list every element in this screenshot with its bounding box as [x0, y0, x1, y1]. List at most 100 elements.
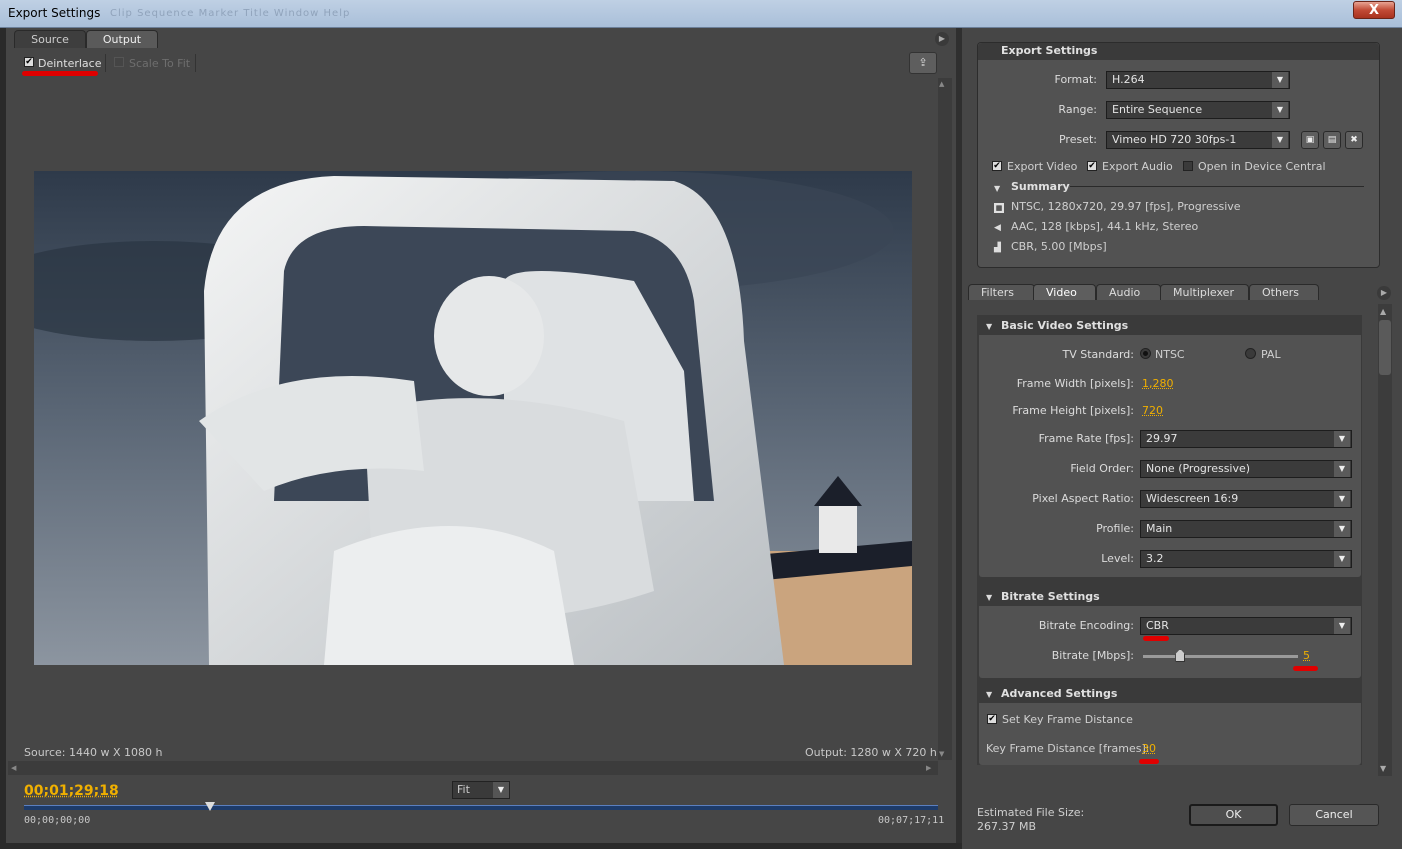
export-video-checkbox[interactable]: ✔ — [992, 161, 1002, 171]
chevron-down-icon[interactable]: ▼ — [1272, 102, 1288, 118]
profile-label: Profile: — [1096, 522, 1134, 535]
summary-divider — [1070, 186, 1364, 187]
bitrate-title: Bitrate Settings — [1001, 590, 1100, 603]
format-select[interactable]: H.264 — [1106, 71, 1290, 89]
ntsc-label: NTSC — [1155, 348, 1185, 361]
preview-horizontal-scrollbar[interactable] — [8, 761, 938, 775]
chevron-down-icon[interactable]: ▼ — [1272, 132, 1288, 148]
set-key-frame-checkbox[interactable]: ✔ — [987, 714, 997, 724]
window-title: Export Settings — [8, 6, 101, 20]
summary-title: Summary — [1011, 180, 1070, 193]
level-select[interactable]: 3.2 — [1140, 550, 1352, 568]
chevron-down-icon[interactable]: ▼ — [1334, 461, 1350, 477]
frame-height-label: Frame Height [pixels]: — [1012, 404, 1134, 417]
scroll-right-icon[interactable]: ▶ — [926, 764, 931, 772]
bitrate-slider[interactable] — [1143, 655, 1298, 658]
audio-summary-icon: ◀ — [994, 223, 1001, 233]
key-frame-distance-label: Key Frame Distance [frames]: — [986, 742, 1150, 755]
current-timecode[interactable]: 00;01;29;18 — [24, 783, 119, 799]
ntsc-radio[interactable] — [1140, 348, 1151, 359]
preset-select[interactable]: Vimeo HD 720 30fps-1 — [1106, 131, 1290, 149]
delete-preset-icon[interactable]: ✖ — [1345, 131, 1363, 149]
tab-others[interactable]: Others — [1249, 284, 1319, 300]
export-frame-icon[interactable]: ⇪ — [909, 52, 937, 74]
device-central-checkbox[interactable] — [1183, 161, 1193, 171]
source-dimensions: Source: 1440 w X 1080 h — [24, 746, 163, 759]
range-select[interactable]: Entire Sequence — [1106, 101, 1290, 119]
field-order-select[interactable]: None (Progressive) — [1140, 460, 1352, 478]
estimated-size-value: 267.37 MB — [977, 820, 1037, 833]
chevron-down-icon[interactable]: ▼ — [1334, 431, 1350, 447]
summary-collapse-icon[interactable]: ▼ — [994, 184, 1000, 193]
tab-source[interactable]: Source — [14, 30, 86, 48]
deinterlace-label: Deinterlace — [38, 57, 102, 70]
basic-video-collapse-icon[interactable]: ▼ — [986, 322, 992, 331]
pixel-aspect-select[interactable]: Widescreen 16:9 — [1140, 490, 1352, 508]
tab-multiplexer[interactable]: Multiplexer — [1160, 284, 1249, 300]
video-summary-icon: ▦ — [994, 203, 1004, 213]
toolbar-divider — [195, 54, 196, 72]
bitrate-encoding-select[interactable]: CBR — [1140, 617, 1352, 635]
chevron-down-icon[interactable]: ▼ — [1334, 491, 1350, 507]
pal-label: PAL — [1261, 348, 1281, 361]
scroll-down-icon[interactable]: ▼ — [939, 750, 944, 758]
playhead-marker[interactable] — [205, 802, 216, 811]
import-preset-icon[interactable]: ▤ — [1323, 131, 1341, 149]
tab-audio[interactable]: Audio — [1096, 284, 1161, 300]
scroll-up-icon[interactable]: ▲ — [1380, 307, 1386, 316]
basic-video-title: Basic Video Settings — [1001, 319, 1129, 332]
summary-video: NTSC, 1280x720, 29.97 [fps], Progressive — [1011, 200, 1241, 213]
range-label: Range: — [1058, 103, 1097, 116]
annotation-underline — [1293, 666, 1318, 671]
export-audio-checkbox[interactable]: ✔ — [1087, 161, 1097, 171]
video-preview — [34, 171, 912, 665]
key-frame-distance-value[interactable]: 30 — [1142, 742, 1156, 755]
ok-button[interactable]: OK — [1189, 804, 1278, 826]
scale-to-fit-checkbox[interactable] — [114, 57, 124, 67]
tab-output[interactable]: Output — [86, 30, 158, 48]
scroll-down-icon[interactable]: ▼ — [1380, 764, 1386, 773]
device-central-label: Open in Device Central — [1198, 160, 1326, 173]
bitrate-value[interactable]: 5 — [1303, 649, 1310, 662]
chevron-down-icon[interactable]: ▼ — [1334, 551, 1350, 567]
summary-bitrate: CBR, 5.00 [Mbps] — [1011, 240, 1107, 253]
scale-to-fit-label: Scale To Fit — [129, 57, 191, 70]
scroll-left-icon[interactable]: ◀ — [11, 764, 16, 772]
panel-menu-icon[interactable]: ▶ — [1377, 286, 1391, 300]
close-button[interactable]: X — [1353, 1, 1395, 19]
bitrate-collapse-icon[interactable]: ▼ — [986, 593, 992, 602]
timeline-end: 00;07;17;11 — [878, 815, 945, 826]
tv-standard-label: TV Standard: — [1062, 348, 1135, 361]
frame-rate-select[interactable]: 29.97 — [1140, 430, 1352, 448]
chevron-down-icon[interactable]: ▼ — [493, 782, 509, 798]
panel-menu-icon[interactable]: ▶ — [935, 32, 949, 46]
frame-width-value[interactable]: 1,280 — [1142, 377, 1174, 390]
set-key-frame-label: Set Key Frame Distance — [1002, 713, 1133, 726]
timeline-bar[interactable] — [24, 805, 938, 810]
save-preset-icon[interactable]: ▣ — [1301, 131, 1319, 149]
pal-radio[interactable] — [1245, 348, 1256, 359]
tab-filters[interactable]: Filters — [968, 284, 1035, 300]
preview-vertical-scrollbar[interactable] — [938, 78, 952, 760]
timeline-start: 00;00;00;00 — [24, 815, 91, 826]
cancel-button[interactable]: Cancel — [1289, 804, 1379, 826]
frame-height-value[interactable]: 720 — [1142, 404, 1163, 417]
chevron-down-icon[interactable]: ▼ — [1334, 521, 1350, 537]
toolbar-divider — [105, 54, 106, 72]
bitrate-encoding-label: Bitrate Encoding: — [1038, 619, 1134, 632]
pixel-aspect-label: Pixel Aspect Ratio: — [1032, 492, 1134, 505]
scroll-up-icon[interactable]: ▲ — [939, 80, 944, 88]
chevron-down-icon[interactable]: ▼ — [1272, 72, 1288, 88]
annotation-underline — [22, 71, 98, 76]
tab-video[interactable]: Video — [1033, 284, 1096, 300]
deinterlace-checkbox[interactable]: ✔ — [24, 57, 34, 67]
output-dimensions: Output: 1280 w X 720 h — [805, 746, 937, 759]
settings-scroll-thumb[interactable] — [1379, 320, 1391, 375]
chevron-down-icon[interactable]: ▼ — [1334, 618, 1350, 634]
bitrate-label: Bitrate [Mbps]: — [1051, 649, 1134, 662]
profile-select[interactable]: Main — [1140, 520, 1352, 538]
advanced-collapse-icon[interactable]: ▼ — [986, 690, 992, 699]
export-video-label: Export Video — [1007, 160, 1078, 173]
format-label: Format: — [1054, 73, 1097, 86]
preset-label: Preset: — [1058, 133, 1097, 146]
